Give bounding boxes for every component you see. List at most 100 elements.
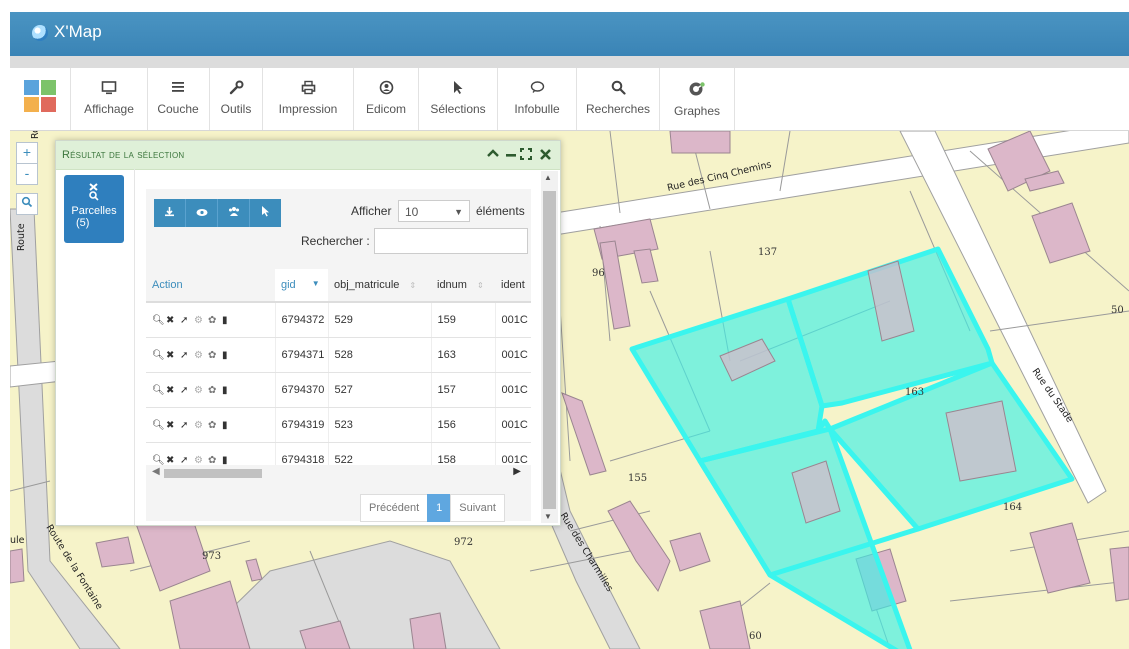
eye-icon xyxy=(196,209,207,216)
select-feature-icon[interactable]: ➚ xyxy=(180,385,194,396)
apps-grid-icon[interactable] xyxy=(24,80,56,112)
column-header-obj-matricule[interactable]: obj_matricule ⇕ xyxy=(328,269,431,303)
page-1-button[interactable]: 1 xyxy=(427,494,452,522)
document-icon[interactable]: ▮ xyxy=(222,420,236,431)
delete-icon[interactable]: ✖ xyxy=(166,455,180,465)
info-icon[interactable]: ⚙ xyxy=(194,315,208,326)
document-icon[interactable]: ▮ xyxy=(222,350,236,361)
toolbar-recherches[interactable]: Recherches xyxy=(577,68,660,130)
cell-obj-matricule: 528 xyxy=(327,337,431,373)
collapse-icon[interactable] xyxy=(487,146,499,161)
search-input[interactable] xyxy=(374,228,528,254)
pointer-icon xyxy=(262,206,269,217)
column-header-gid[interactable]: gid ▼ xyxy=(275,269,328,303)
scroll-up-icon[interactable]: ▲ xyxy=(544,173,552,182)
cell-obj-matricule: 522 xyxy=(327,442,431,465)
main-toolbar: Affichage Couche Outils Impression Edico… xyxy=(10,68,1129,131)
horizontal-scrollbar[interactable]: ◀ ▶ xyxy=(146,465,531,481)
toolbar-infobulle[interactable]: Infobulle xyxy=(498,68,577,130)
row-actions: 🔍︎✖ ➚ ⚙ ✿ ▮ xyxy=(146,337,275,373)
page-size-value: 10 xyxy=(405,205,419,219)
view-button[interactable] xyxy=(186,199,218,227)
zoom-out-button[interactable]: - xyxy=(16,164,38,185)
settings-icon[interactable]: ✿ xyxy=(208,420,222,431)
settings-icon[interactable]: ✿ xyxy=(208,385,222,396)
next-page-button[interactable]: Suivant xyxy=(450,494,505,522)
info-icon[interactable]: ⚙ xyxy=(194,350,208,361)
toolbar-outils[interactable]: Outils xyxy=(210,68,263,130)
delete-icon[interactable]: ✖ xyxy=(166,385,180,396)
toolbar-label: Edicom xyxy=(365,102,406,116)
column-header-action[interactable]: Action xyxy=(146,269,275,303)
maximize-icon[interactable] xyxy=(520,147,532,164)
minimize-icon[interactable] xyxy=(506,147,516,164)
delete-icon[interactable]: ✖ xyxy=(166,420,180,431)
zoom-in-button[interactable]: + xyxy=(16,142,38,164)
toolbar-selections[interactable]: Sélections xyxy=(419,68,498,130)
page-size-select[interactable]: 10 ▼ xyxy=(398,200,470,222)
cell-idnum: 156 xyxy=(430,407,495,443)
info-icon[interactable]: ⚙ xyxy=(194,420,208,431)
users-icon xyxy=(228,207,239,216)
cell-gid: 6794370 xyxy=(274,372,328,408)
vertical-scrollbar[interactable]: ▲ ▼ xyxy=(541,171,558,523)
elements-label: éléments xyxy=(476,204,525,218)
select-feature-icon[interactable]: ➚ xyxy=(180,350,194,361)
toolbar-affichage[interactable]: Affichage xyxy=(70,68,148,130)
select-feature-icon[interactable]: ➚ xyxy=(180,420,194,431)
toolbar-impression[interactable]: Impression xyxy=(263,68,354,130)
download-button[interactable] xyxy=(154,199,186,227)
zoom-icon[interactable]: 🔍︎ xyxy=(152,350,166,361)
header-separator xyxy=(10,56,1129,68)
delete-icon[interactable]: ✖ xyxy=(166,315,180,326)
cell-ident: 001C xyxy=(494,302,531,338)
globe-logo-icon xyxy=(32,25,48,41)
select-feature-icon[interactable]: ➚ xyxy=(180,315,194,326)
search-icon xyxy=(577,80,659,98)
select-button[interactable] xyxy=(250,199,281,227)
cell-idnum: 159 xyxy=(430,302,495,338)
users-button[interactable] xyxy=(218,199,250,227)
scroll-thumb[interactable] xyxy=(543,191,556,509)
zoom-icon[interactable]: 🔍︎ xyxy=(152,455,166,465)
settings-icon[interactable]: ✿ xyxy=(208,455,222,465)
previous-page-button[interactable]: Précédent xyxy=(360,494,429,522)
info-icon[interactable]: ⚙ xyxy=(194,385,208,396)
scroll-thumb[interactable] xyxy=(164,469,262,478)
settings-icon[interactable]: ✿ xyxy=(208,315,222,326)
sort-icon: ⇕ xyxy=(409,281,417,290)
toolbar-graphes[interactable]: Graphes xyxy=(660,68,735,130)
document-icon[interactable]: ▮ xyxy=(222,385,236,396)
zoom-icon[interactable]: 🔍︎ xyxy=(152,315,166,326)
panel-title: Résultat de la sélection xyxy=(62,149,185,161)
toolbar-couche[interactable]: Couche xyxy=(147,68,210,130)
toolbar-label: Outils xyxy=(220,102,252,116)
scroll-down-icon[interactable]: ▼ xyxy=(544,512,552,521)
zoom-icon[interactable]: 🔍︎ xyxy=(152,385,166,396)
column-header-label: gid xyxy=(281,279,296,291)
column-header-idnum[interactable]: idnum ⇕ xyxy=(431,269,495,303)
search-icon xyxy=(21,196,33,208)
close-icon[interactable] xyxy=(540,147,551,164)
select-feature-icon[interactable]: ➚ xyxy=(180,455,194,465)
parcel-number: 163 xyxy=(905,387,924,398)
info-icon[interactable]: ⚙ xyxy=(194,455,208,465)
parcel-number: 137 xyxy=(758,247,777,258)
table-row: 🔍︎✖ ➚ ⚙ ✿ ▮ 6794319 523 156 001C xyxy=(146,407,531,443)
wrench-icon xyxy=(210,80,262,98)
monitor-icon xyxy=(71,80,147,98)
delete-icon[interactable]: ✖ xyxy=(166,350,180,361)
column-header-ident[interactable]: ident xyxy=(495,269,531,303)
toolbar-edicom[interactable]: Edicom xyxy=(354,68,419,130)
scroll-left-icon[interactable]: ◀ xyxy=(152,466,160,477)
document-icon[interactable]: ▮ xyxy=(222,315,236,326)
zoom-icon[interactable]: 🔍︎ xyxy=(152,420,166,431)
toolbar-label: Couche xyxy=(157,102,199,116)
zoom-search-button[interactable] xyxy=(16,193,38,215)
document-icon[interactable]: ▮ xyxy=(222,455,236,465)
settings-icon[interactable]: ✿ xyxy=(208,350,222,361)
tab-parcelles[interactable]: Parcelles (5) xyxy=(64,175,124,243)
scroll-right-icon[interactable]: ▶ xyxy=(513,466,521,477)
parcel-number: 972 xyxy=(454,537,473,548)
cell-ident: 001C xyxy=(494,337,531,373)
